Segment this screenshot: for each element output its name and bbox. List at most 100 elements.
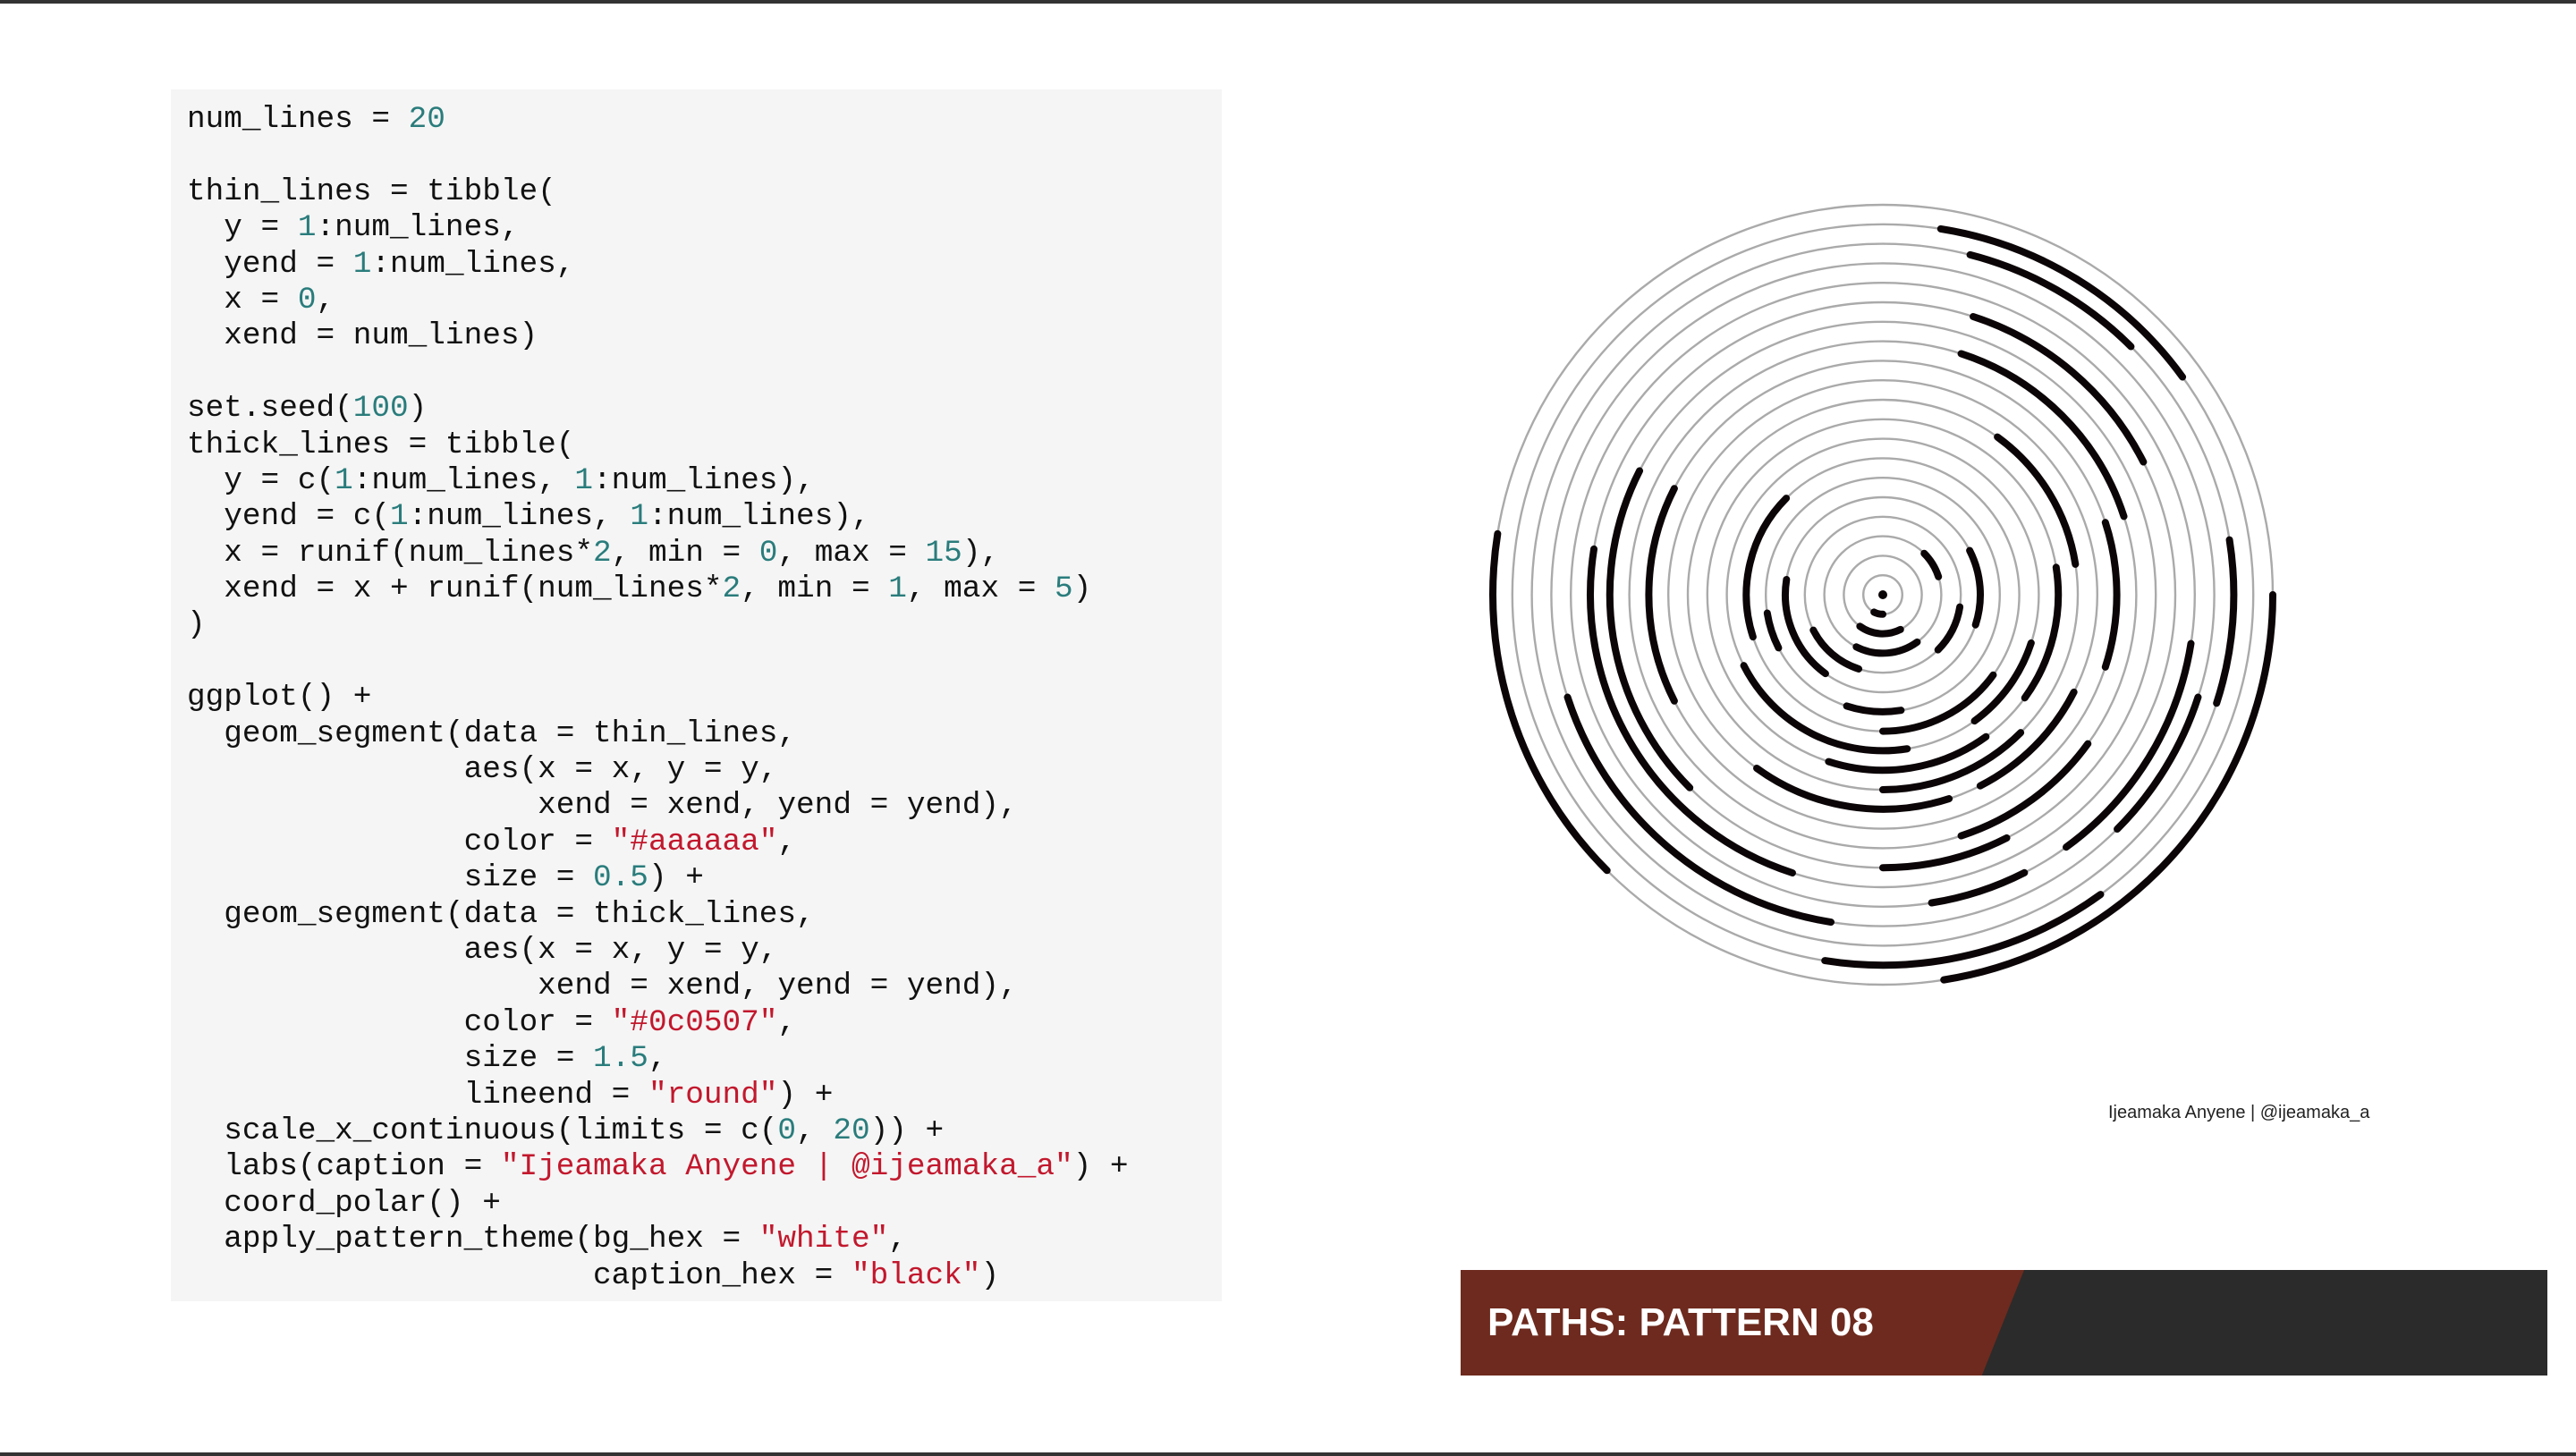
code-number: 5 [1055, 571, 1073, 607]
thick-arc [1936, 224, 2187, 381]
code-text: ) + [1072, 1149, 1129, 1185]
code-line: caption_hex = "black") [187, 1258, 1129, 1294]
code-text: ), [962, 535, 1000, 571]
code-text: aes(x = x, y = y, [187, 752, 778, 788]
thick-arc [1821, 891, 2105, 969]
code-text: color = [187, 1004, 612, 1040]
code-line: xend = xend, yend = yend), [187, 969, 1129, 1004]
code-string: "Ijeamaka Anyene | @ijeamaka_a" [500, 1149, 1073, 1185]
code-number: 1 [574, 462, 594, 498]
code-line: lineend = "round") + [187, 1078, 1129, 1113]
code-line: size = 0.5) + [187, 860, 1129, 896]
code-line: yend = 1:num_lines, [187, 247, 1129, 283]
code-number: 100 [352, 391, 409, 427]
code-text: aes(x = x, y = y, [187, 932, 778, 968]
code-string: "#0c0507" [611, 1004, 778, 1040]
code-line: yend = c(1:num_lines, 1:num_lines), [187, 499, 1129, 535]
code-number: 1 [630, 499, 648, 535]
code-text: xend = x + runif(num_lines* [187, 571, 723, 607]
code-number: 1 [335, 462, 353, 498]
code-number: 15 [925, 535, 962, 571]
code-text: coord_polar() + [187, 1185, 501, 1221]
code-text: xend = num_lines) [187, 318, 538, 354]
thick-arc [1740, 662, 1911, 755]
code-text: scale_x_continuous(limits = c( [187, 1113, 778, 1148]
code-number: 20 [408, 102, 445, 137]
thick-arc [1763, 609, 1783, 652]
thick-arc [1934, 603, 1964, 654]
code-text: :num_lines, [408, 499, 631, 535]
thick-arc [1825, 732, 1990, 775]
code-line: ) [187, 607, 1129, 643]
bottom-rule [0, 1452, 2576, 1456]
code-line: set.seed(100) [187, 391, 1129, 427]
code-text: , max = [777, 535, 926, 571]
code-line: x = 0, [187, 283, 1129, 318]
thick-arc [2101, 519, 2121, 671]
code-text: thin_lines = tibble( [187, 174, 556, 209]
thick-arc [1852, 638, 1921, 657]
code-text: , [648, 1041, 667, 1077]
code-text: x = runif(num_lines* [187, 535, 594, 571]
code-line: scale_x_continuous(limits = c(0, 20)) + [187, 1113, 1129, 1149]
code-number: 0 [758, 535, 778, 571]
code-string: "white" [758, 1222, 889, 1257]
thick-arc [1856, 622, 1904, 638]
code-text: :num_lines), [593, 462, 815, 498]
center-dot [1878, 590, 1887, 599]
code-string: "#aaaaaa" [611, 824, 778, 859]
code-number: 0 [297, 282, 317, 317]
code-number: 1 [390, 499, 409, 535]
code-line: aes(x = x, y = y, [187, 752, 1129, 788]
thick-arc [1645, 485, 1678, 705]
code-number: 1 [352, 246, 372, 282]
code-text: thick_lines = tibble( [187, 427, 575, 462]
code-line: size = 1.5, [187, 1041, 1129, 1077]
code-text: ggplot() + [187, 680, 372, 715]
code-line: labs(caption = "Ijeamaka Anyene | @ijeam… [187, 1149, 1129, 1185]
code-line: geom_segment(data = thin_lines, [187, 716, 1129, 752]
thick-arc [1879, 834, 2011, 872]
thick-arc [1870, 608, 1886, 618]
code-line: thick_lines = tibble( [187, 427, 1129, 463]
code-text: xend = xend, yend = yend), [187, 788, 1018, 824]
code-line: geom_segment(data = thick_lines, [187, 897, 1129, 933]
code-number: 1 [888, 571, 907, 607]
code-text: labs(caption = [187, 1149, 501, 1185]
code-number: 1.5 [593, 1041, 648, 1077]
code-text: ) [187, 607, 206, 643]
code-text: , [777, 824, 797, 859]
code-text: , [316, 282, 335, 317]
code-line: aes(x = x, y = y, [187, 933, 1129, 969]
code-line: color = "#0c0507", [187, 1005, 1129, 1041]
code-text: :num_lines, [371, 246, 575, 282]
code-text: , min = [741, 571, 889, 607]
code-line: xend = x + runif(num_lines*2, min = 1, m… [187, 571, 1129, 607]
code-number: 20 [833, 1113, 870, 1148]
code-number: 0.5 [593, 860, 648, 896]
code-line: apply_pattern_theme(bg_hex = "white", [187, 1222, 1129, 1257]
thick-arc [1843, 702, 1905, 715]
code-string: "black" [851, 1257, 981, 1293]
code-text: ) + [648, 860, 704, 896]
thick-arc [1928, 868, 2029, 907]
banner-title: PATHS: PATTERN 08 [1487, 1300, 1874, 1344]
code-text: size = [187, 860, 594, 896]
code-panel: num_lines = 20 thin_lines = tibble( y = … [171, 89, 1222, 1301]
thick-arc [1920, 549, 1943, 580]
code-text: , [888, 1222, 907, 1257]
thick-arc [1809, 626, 1863, 673]
polar-pattern-plot [1489, 203, 2276, 986]
code-text: ) [1072, 571, 1092, 607]
thick-arc [1957, 350, 2128, 521]
code-text: ) + [777, 1077, 834, 1113]
code-text: :num_lines, [316, 210, 520, 246]
code-text: apply_pattern_theme(bg_hex = [187, 1222, 759, 1257]
code-text: geom_segment(data = thin_lines, [187, 715, 797, 751]
code-line: color = "#aaaaaa", [187, 825, 1129, 860]
code-text: , max = [906, 571, 1055, 607]
code-text: :num_lines, [352, 462, 575, 498]
